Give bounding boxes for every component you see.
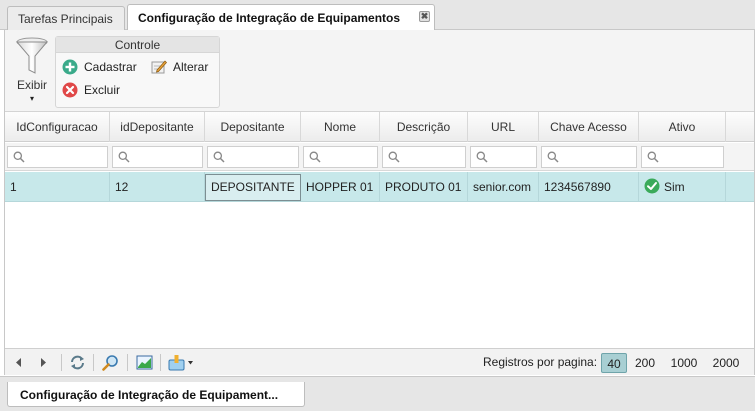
cell-iddepositante[interactable]: 12 bbox=[110, 172, 205, 202]
bottom-tab-strip: Configuração de Integração de Equipament… bbox=[0, 376, 755, 411]
page-size-label: Registros por pagina: bbox=[483, 355, 598, 369]
filter-input-idconfiguracao[interactable] bbox=[7, 146, 108, 168]
delete-icon bbox=[62, 82, 78, 98]
cell-descricao[interactable]: PRODUTO 01 bbox=[380, 172, 468, 202]
divider bbox=[160, 354, 161, 371]
divider bbox=[61, 354, 62, 371]
paging-bar: Registros por pagina: 40 200 1000 2000 bbox=[5, 348, 754, 375]
divider bbox=[127, 354, 128, 371]
controle-group: Controle Cadastrar Alterar Excluir bbox=[55, 36, 220, 108]
cell-chave-acesso[interactable]: 1234567890 bbox=[539, 172, 639, 202]
cell-idconfiguracao[interactable]: 1 bbox=[5, 172, 110, 202]
alterar-button[interactable]: Alterar bbox=[151, 57, 208, 77]
filter-input-chave-acesso[interactable] bbox=[541, 146, 637, 168]
page-size-1000[interactable]: 1000 bbox=[668, 353, 700, 373]
tab-label: Configuração de Integração de Equipament… bbox=[138, 11, 401, 25]
cell-nome[interactable]: HOPPER 01 bbox=[301, 172, 380, 202]
main-panel: Exibir ▾ Controle Cadastrar Alterar Excl… bbox=[4, 30, 755, 375]
search-icon bbox=[547, 151, 559, 163]
bottom-tab-label: Configuração de Integração de Equipament… bbox=[20, 388, 279, 402]
filter-input-url[interactable] bbox=[470, 146, 537, 168]
search-icon bbox=[118, 151, 130, 163]
search-icon bbox=[309, 151, 321, 163]
edit-icon bbox=[151, 60, 167, 74]
check-icon bbox=[644, 178, 660, 194]
search-icon bbox=[647, 151, 659, 163]
search-icon bbox=[476, 151, 488, 163]
tab-tarefas-principais[interactable]: Tarefas Principais bbox=[7, 6, 125, 30]
top-tab-strip: Tarefas Principais Configuração de Integ… bbox=[0, 0, 755, 31]
column-header-depositante[interactable]: Depositante bbox=[205, 112, 301, 142]
toolbar: Exibir ▾ Controle Cadastrar Alterar Excl… bbox=[5, 30, 754, 112]
column-header-url[interactable]: URL bbox=[468, 112, 539, 142]
alterar-label: Alterar bbox=[173, 60, 209, 74]
next-icon[interactable] bbox=[39, 354, 49, 371]
search-icon bbox=[13, 151, 25, 163]
prev-icon[interactable] bbox=[13, 354, 23, 371]
chart-icon[interactable] bbox=[136, 354, 153, 371]
exibir-button[interactable]: Exibir ▾ bbox=[9, 36, 55, 108]
add-icon bbox=[62, 59, 78, 75]
ativo-value: Sim bbox=[664, 180, 685, 194]
export-icon[interactable] bbox=[168, 354, 194, 371]
tab-label: Tarefas Principais bbox=[18, 12, 113, 26]
header-row: IdConfiguracao idDepositante Depositante… bbox=[5, 112, 754, 142]
page-size-2000[interactable]: 2000 bbox=[710, 353, 742, 373]
column-header-idconfiguracao[interactable]: IdConfiguracao bbox=[5, 112, 110, 142]
refresh-icon[interactable] bbox=[69, 354, 86, 371]
search-icon bbox=[213, 151, 225, 163]
filter-input-nome[interactable] bbox=[303, 146, 378, 168]
filter-input-depositante[interactable] bbox=[207, 146, 299, 168]
chevron-down-icon: ▾ bbox=[29, 94, 34, 103]
column-header-chave-acesso[interactable]: Chave Acesso bbox=[539, 112, 639, 142]
filter-input-descricao[interactable] bbox=[382, 146, 466, 168]
column-header-ativo[interactable]: Ativo bbox=[639, 112, 726, 142]
cadastrar-label: Cadastrar bbox=[84, 60, 137, 74]
tab-configuracao-integracao[interactable]: Configuração de Integração de Equipament… bbox=[127, 4, 435, 31]
group-title: Controle bbox=[56, 37, 219, 53]
column-header-descricao[interactable]: Descrição bbox=[380, 112, 468, 142]
column-header-iddepositante[interactable]: idDepositante bbox=[110, 112, 205, 142]
cell-ativo[interactable]: Sim bbox=[639, 172, 726, 202]
filter-input-ativo[interactable] bbox=[641, 146, 724, 168]
cell-url[interactable]: senior.com bbox=[468, 172, 539, 202]
filter-row bbox=[5, 143, 754, 171]
excluir-label: Excluir bbox=[84, 83, 121, 97]
exibir-label: Exibir bbox=[16, 78, 47, 92]
page-size-200[interactable]: 200 bbox=[632, 353, 658, 373]
filter-input-iddepositante[interactable] bbox=[112, 146, 203, 168]
cell-depositante[interactable]: DEPOSITANTE bbox=[205, 174, 301, 201]
filter-icon bbox=[15, 37, 49, 74]
search-icon bbox=[388, 151, 400, 163]
bottom-tab-configuracao[interactable]: Configuração de Integração de Equipament… bbox=[7, 382, 305, 407]
page-size-40[interactable]: 40 bbox=[601, 353, 627, 373]
close-icon[interactable]: ✖ bbox=[419, 11, 430, 22]
divider bbox=[93, 354, 94, 371]
table-row[interactable]: 1 12 DEPOSITANTE HOPPER 01 PRODUTO 01 se… bbox=[5, 172, 754, 202]
zoom-icon[interactable] bbox=[102, 354, 119, 371]
excluir-button[interactable]: Excluir bbox=[62, 80, 120, 100]
cadastrar-button[interactable]: Cadastrar bbox=[62, 57, 137, 77]
column-header-nome[interactable]: Nome bbox=[301, 112, 380, 142]
